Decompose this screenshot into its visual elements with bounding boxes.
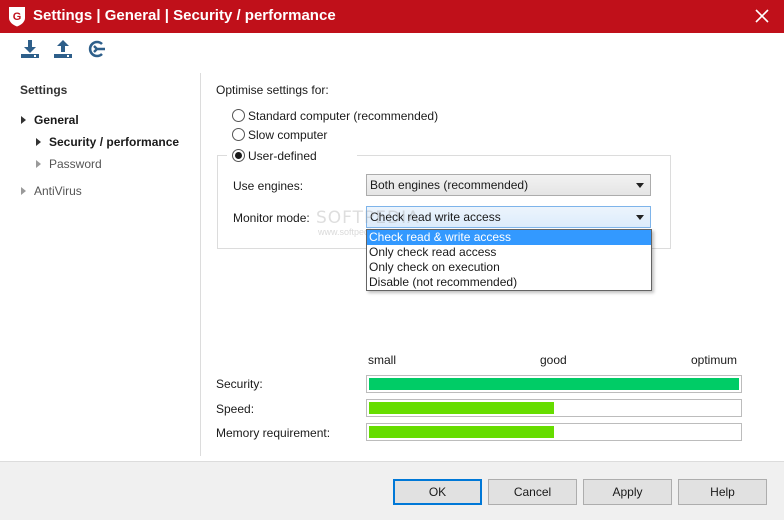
sidebar-item-label: Security / performance bbox=[49, 135, 180, 149]
speed-meter-label: Speed: bbox=[216, 402, 255, 416]
sidebar-heading: Settings bbox=[20, 83, 68, 97]
dropdown-option-on-execution[interactable]: Only check on execution bbox=[367, 260, 651, 275]
security-meter-fill bbox=[369, 378, 739, 390]
speed-meter bbox=[366, 399, 742, 417]
cancel-button[interactable]: Cancel bbox=[488, 479, 577, 505]
optimise-label: Optimise settings for: bbox=[216, 83, 329, 97]
scale-high-label: optimum bbox=[691, 353, 738, 367]
engines-select[interactable]: Both engines (recommended) bbox=[366, 174, 651, 196]
expand-arrow-icon[interactable] bbox=[36, 160, 41, 168]
download-icon[interactable] bbox=[19, 38, 41, 60]
watermark: SOFTPEDIA bbox=[316, 208, 420, 228]
radio-standard-computer[interactable] bbox=[232, 109, 245, 122]
close-icon[interactable] bbox=[752, 6, 772, 26]
svg-text:G: G bbox=[13, 11, 22, 23]
monitor-mode-label: Monitor mode: bbox=[233, 211, 310, 225]
radio-slow-computer[interactable] bbox=[232, 128, 245, 141]
scale-mid-label: good bbox=[540, 353, 567, 367]
dialog-footer: OK Cancel Apply Help bbox=[0, 461, 784, 520]
sidebar-item-antivirus[interactable]: AntiVirus bbox=[21, 184, 82, 198]
reset-icon[interactable] bbox=[85, 38, 107, 60]
sidebar-item-password[interactable]: Password bbox=[36, 157, 102, 171]
gdata-shield-icon: G bbox=[9, 7, 25, 27]
dropdown-option-disable[interactable]: Disable (not recommended) bbox=[367, 275, 651, 290]
radio-user-defined[interactable] bbox=[232, 149, 245, 162]
monitor-mode-dropdown-list: Check read & write access Only check rea… bbox=[366, 229, 652, 291]
security-meter bbox=[366, 375, 742, 393]
radio-label-slow[interactable]: Slow computer bbox=[248, 128, 327, 142]
expand-arrow-icon[interactable] bbox=[21, 116, 26, 124]
dropdown-arrow-icon bbox=[636, 215, 644, 220]
upload-icon[interactable] bbox=[52, 38, 74, 60]
sidebar-item-label: AntiVirus bbox=[34, 184, 82, 198]
window-title: Settings | General | Security / performa… bbox=[33, 7, 336, 24]
radio-label-user-defined[interactable]: User-defined bbox=[248, 149, 317, 163]
sidebar-item-label: General bbox=[34, 113, 79, 127]
sidebar-item-security-performance[interactable]: Security / performance bbox=[36, 135, 179, 149]
apply-button[interactable]: Apply bbox=[583, 479, 672, 505]
sidebar-item-label: Password bbox=[49, 157, 102, 171]
ok-button[interactable]: OK bbox=[393, 479, 482, 505]
title-bar: G Settings | General | Security / perfor… bbox=[0, 0, 784, 33]
expand-arrow-icon[interactable] bbox=[36, 138, 41, 146]
radio-label-standard[interactable]: Standard computer (recommended) bbox=[248, 109, 438, 123]
expand-arrow-icon[interactable] bbox=[21, 187, 26, 195]
help-button[interactable]: Help bbox=[678, 479, 767, 505]
use-engines-label: Use engines: bbox=[233, 179, 304, 193]
settings-tree: Settings General Security / performance … bbox=[0, 73, 200, 456]
memory-meter-label: Memory requirement: bbox=[216, 426, 331, 440]
security-meter-label: Security: bbox=[216, 377, 263, 391]
dropdown-option-read-only[interactable]: Only check read access bbox=[367, 245, 651, 260]
dropdown-option-read-write[interactable]: Check read & write access bbox=[367, 230, 651, 245]
dropdown-arrow-icon bbox=[636, 183, 644, 188]
toolbar bbox=[0, 33, 784, 66]
speed-meter-fill bbox=[369, 402, 554, 414]
memory-meter bbox=[366, 423, 742, 441]
scale-low-label: small bbox=[368, 353, 397, 367]
memory-meter-fill bbox=[369, 426, 554, 438]
engines-select-value: Both engines (recommended) bbox=[370, 178, 529, 192]
sidebar-item-general[interactable]: General bbox=[21, 113, 79, 127]
